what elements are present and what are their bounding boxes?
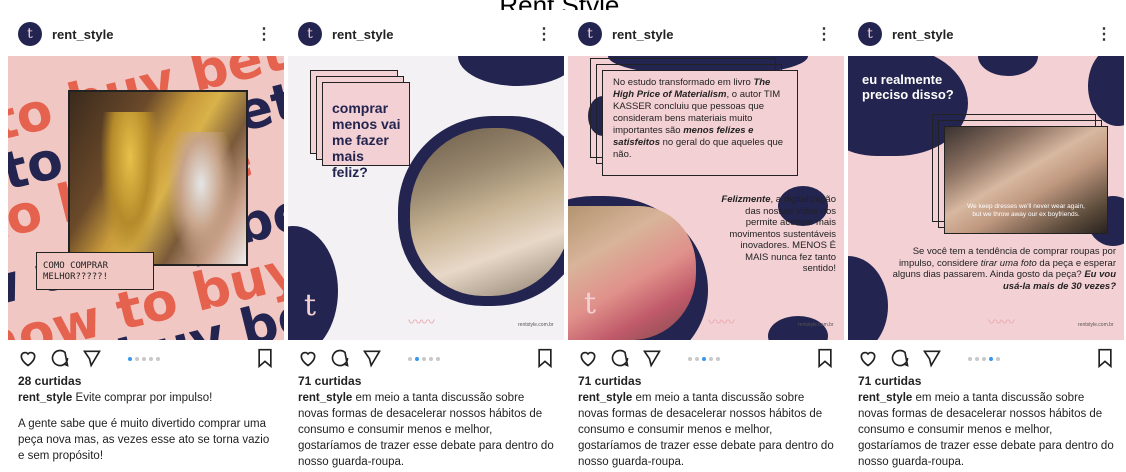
squiggle-decor: 〰〰	[408, 314, 435, 330]
caption-username[interactable]: rent_style	[578, 392, 632, 404]
share-icon[interactable]	[362, 348, 382, 368]
carousel-dots	[968, 357, 1000, 361]
squiggle-decor: 〰〰	[988, 314, 1015, 330]
subtitle: We keep dresses we'll never wear again, …	[967, 203, 1085, 218]
mannequin-figure	[100, 112, 160, 262]
body-text: Felizmente, a digitalização das nossas v…	[721, 194, 836, 274]
heart-icon[interactable]	[298, 348, 318, 368]
carousel-dots	[128, 357, 160, 361]
post-image[interactable]: No estudo transformado em livro The High…	[568, 56, 844, 340]
caption: rent_style Evite comprar por impulso!	[8, 388, 284, 406]
website-url: rentstyle.com.br	[1078, 322, 1114, 328]
more-icon[interactable]: ⋮	[1096, 24, 1112, 44]
squiggle-decor: 〰〰	[708, 314, 735, 330]
heart-icon[interactable]	[858, 348, 878, 368]
body-emphasis: Felizmente	[721, 194, 771, 205]
share-icon[interactable]	[82, 348, 102, 368]
post-image[interactable]: to buy bet to buy bett to buy be w to bu…	[8, 56, 284, 340]
heart-icon[interactable]	[578, 348, 598, 368]
question-text: eu realmente preciso disso?	[862, 72, 954, 102]
avatar[interactable]: t	[578, 22, 602, 46]
posts-grid: t rent_style ⋮ to buy bet to buy bett to…	[8, 12, 1124, 472]
action-bar	[8, 340, 284, 376]
brand-logo: t	[584, 286, 597, 321]
likes-count[interactable]: 71 curtidas	[848, 374, 1124, 388]
movie-still	[68, 90, 248, 266]
bookmark-icon[interactable]	[536, 348, 554, 368]
more-icon[interactable]: ⋮	[816, 24, 832, 44]
action-bar	[848, 340, 1124, 376]
website-url: rentstyle.com.br	[798, 322, 834, 328]
likes-count[interactable]: 71 curtidas	[288, 374, 564, 388]
body-emphasis: tirar uma foto	[980, 257, 1037, 269]
post-2: t rent_style ⋮ comprar menos vai me faze…	[288, 12, 564, 472]
headline-label: COMO COMPRAR MELHOR?????!	[31, 247, 154, 290]
post-image[interactable]: eu realmente preciso disso? We keep dres…	[848, 56, 1124, 340]
caption: rent_style em meio a tanta discussão sob…	[848, 388, 1124, 470]
movie-still: We keep dresses we'll never wear again, …	[944, 126, 1108, 234]
carousel-dots	[688, 357, 720, 361]
share-icon[interactable]	[642, 348, 662, 368]
woman-figure	[166, 132, 236, 262]
body-text: Se você tem a tendência de comprar roupa…	[892, 246, 1116, 292]
action-bar	[568, 340, 844, 376]
post-3: t rent_style ⋮ No estudo transformado em…	[568, 12, 844, 472]
avatar[interactable]: t	[298, 22, 322, 46]
likes-count[interactable]: 28 curtidas	[8, 374, 284, 388]
question-text: comprar menos vai me fazer mais feliz?	[332, 100, 401, 180]
movie-still	[410, 128, 564, 296]
likes-count[interactable]: 71 curtidas	[568, 374, 844, 388]
username[interactable]: rent_style	[892, 27, 953, 42]
username[interactable]: rent_style	[52, 27, 113, 42]
website-url: rentstyle.com.br	[518, 322, 554, 328]
page-title: Rent Style.	[0, 0, 1126, 10]
username[interactable]: rent_style	[612, 27, 673, 42]
action-bar	[288, 340, 564, 376]
decor-blob	[768, 316, 828, 340]
decor-blob	[978, 56, 1038, 76]
post-header: t rent_style ⋮	[568, 12, 844, 56]
comment-icon[interactable]	[610, 348, 630, 368]
carousel-dots	[408, 357, 440, 361]
post-1: t rent_style ⋮ to buy bet to buy bett to…	[8, 12, 284, 472]
post-header: t rent_style ⋮	[288, 12, 564, 56]
comment-icon[interactable]	[330, 348, 350, 368]
post-header: t rent_style ⋮	[848, 12, 1124, 56]
avatar[interactable]: t	[18, 22, 42, 46]
share-icon[interactable]	[922, 348, 942, 368]
heart-icon[interactable]	[18, 348, 38, 368]
comment-icon[interactable]	[50, 348, 70, 368]
study-card: No estudo transformado em livro The High…	[602, 70, 798, 176]
more-icon[interactable]: ⋮	[256, 24, 272, 44]
brand-logo: t	[870, 288, 883, 323]
post-header: t rent_style ⋮	[8, 12, 284, 56]
decor-blob	[458, 56, 564, 86]
caption: rent_style em meio a tanta discussão sob…	[568, 388, 844, 470]
caption: rent_style em meio a tanta discussão sob…	[288, 388, 564, 470]
bookmark-icon[interactable]	[816, 348, 834, 368]
more-icon[interactable]: ⋮	[536, 24, 552, 44]
caption-username[interactable]: rent_style	[18, 392, 72, 404]
caption-more: A gente sabe que é muito divertido compr…	[18, 418, 270, 462]
post-4: t rent_style ⋮ eu realmente preciso diss…	[848, 12, 1124, 472]
caption-username[interactable]: rent_style	[858, 392, 912, 404]
card-text: No estudo transformado em livro	[613, 77, 754, 88]
caption-username[interactable]: rent_style	[298, 392, 352, 404]
bookmark-icon[interactable]	[256, 348, 274, 368]
comment-icon[interactable]	[890, 348, 910, 368]
post-image[interactable]: comprar menos vai me fazer mais feliz? t…	[288, 56, 564, 340]
avatar[interactable]: t	[858, 22, 882, 46]
brand-logo: t	[304, 288, 317, 323]
bookmark-icon[interactable]	[1096, 348, 1114, 368]
caption-text: Evite comprar por impulso!	[72, 392, 213, 404]
username[interactable]: rent_style	[332, 27, 393, 42]
